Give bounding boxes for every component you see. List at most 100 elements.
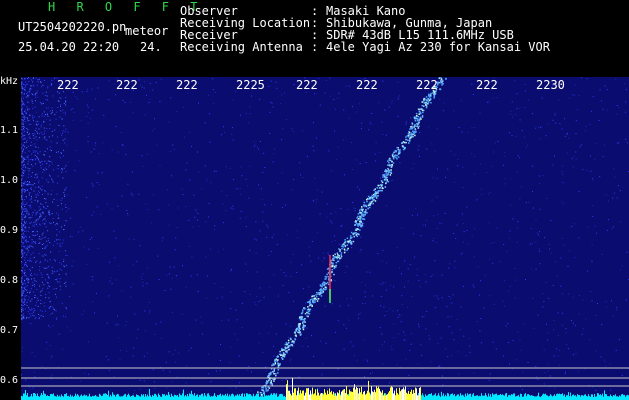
noise-speck bbox=[155, 323, 157, 325]
trail-point bbox=[440, 82, 442, 84]
baseline-sample bbox=[627, 394, 628, 400]
noise-speck bbox=[419, 286, 421, 288]
noise-speck bbox=[531, 243, 533, 244]
trail-point bbox=[380, 180, 383, 182]
noise-speck bbox=[65, 316, 67, 318]
burst-sample bbox=[418, 395, 419, 400]
burst-sample bbox=[364, 390, 365, 400]
trail-point bbox=[391, 160, 393, 163]
noise-speck bbox=[568, 293, 570, 295]
noise-speck bbox=[145, 330, 146, 332]
noise-speck bbox=[605, 306, 607, 308]
noise-speck bbox=[24, 86, 26, 88]
noise-speck bbox=[34, 297, 35, 299]
noise-speck bbox=[450, 316, 452, 318]
baseline-sample bbox=[555, 396, 556, 400]
noise-speck bbox=[42, 243, 44, 245]
noise-speck bbox=[21, 300, 23, 302]
noise-speck bbox=[84, 372, 86, 374]
baseline-sample bbox=[282, 394, 283, 400]
baseline-sample bbox=[267, 395, 268, 400]
trail-point bbox=[293, 342, 295, 344]
noise-speck bbox=[45, 297, 47, 299]
noise-speck bbox=[36, 90, 38, 92]
noise-speck bbox=[612, 197, 614, 199]
burst-sample bbox=[324, 389, 325, 400]
baseline-sample bbox=[601, 395, 602, 400]
noise-speck bbox=[21, 207, 23, 209]
noise-speck bbox=[169, 266, 171, 268]
noise-speck bbox=[41, 290, 43, 292]
trail-point bbox=[389, 159, 392, 162]
noise-speck bbox=[32, 311, 34, 313]
trail-point bbox=[270, 373, 272, 375]
burst-sample bbox=[325, 392, 326, 400]
baseline-sample bbox=[269, 395, 270, 400]
noise-speck bbox=[45, 191, 47, 193]
noise-speck bbox=[42, 220, 43, 222]
baseline-sample bbox=[608, 396, 609, 400]
noise-speck bbox=[108, 359, 110, 361]
noise-speck bbox=[31, 239, 33, 241]
noise-speck bbox=[268, 85, 270, 87]
noise-speck bbox=[56, 182, 58, 184]
noise-speck bbox=[467, 243, 469, 245]
baseline-sample bbox=[509, 394, 510, 400]
baseline-sample bbox=[448, 393, 449, 400]
noise-speck bbox=[131, 192, 133, 194]
trail-point bbox=[415, 116, 417, 118]
noise-speck bbox=[106, 322, 108, 324]
trail-point bbox=[413, 117, 416, 119]
baseline-sample bbox=[563, 395, 564, 400]
noise-speck bbox=[372, 295, 374, 297]
noise-speck bbox=[389, 284, 391, 286]
noise-speck bbox=[564, 373, 566, 375]
noise-speck bbox=[300, 174, 301, 176]
noise-speck bbox=[24, 152, 26, 154]
noise-speck bbox=[22, 249, 23, 251]
noise-speck bbox=[22, 191, 24, 193]
noise-speck bbox=[48, 107, 49, 109]
noise-speck bbox=[614, 176, 616, 178]
noise-speck bbox=[214, 170, 215, 172]
noise-speck bbox=[61, 118, 63, 120]
noise-speck bbox=[119, 359, 121, 361]
noise-speck bbox=[450, 355, 452, 356]
trail-point bbox=[327, 281, 329, 284]
noise-speck bbox=[168, 224, 170, 226]
noise-speck bbox=[542, 175, 544, 177]
noise-speck bbox=[32, 135, 34, 137]
noise-speck bbox=[419, 132, 421, 133]
noise-speck bbox=[271, 236, 273, 238]
noise-speck bbox=[23, 234, 25, 236]
noise-speck bbox=[184, 136, 185, 138]
noise-speck bbox=[51, 83, 53, 85]
noise-speck bbox=[139, 388, 141, 390]
noise-speck bbox=[222, 203, 223, 205]
noise-speck bbox=[382, 282, 384, 284]
noise-speck bbox=[617, 142, 619, 144]
noise-speck bbox=[169, 371, 171, 373]
baseline-sample bbox=[258, 393, 259, 400]
baseline-sample bbox=[72, 395, 73, 400]
trail-point bbox=[349, 237, 352, 239]
baseline-sample bbox=[559, 393, 560, 400]
trail-point bbox=[420, 118, 422, 120]
noise-speck bbox=[117, 337, 119, 339]
noise-speck bbox=[22, 116, 24, 118]
noise-speck bbox=[45, 226, 47, 228]
noise-speck bbox=[379, 283, 381, 285]
noise-speck bbox=[143, 380, 145, 382]
noise-speck bbox=[49, 160, 51, 162]
noise-speck bbox=[22, 225, 24, 227]
trail-point bbox=[377, 184, 379, 187]
baseline-sample bbox=[549, 395, 550, 400]
noise-speck bbox=[52, 181, 54, 183]
noise-speck bbox=[176, 227, 178, 228]
noise-speck bbox=[232, 205, 234, 207]
noise-speck bbox=[41, 86, 42, 88]
noise-speck bbox=[65, 204, 66, 206]
noise-speck bbox=[337, 368, 339, 370]
noise-speck bbox=[375, 142, 377, 144]
noise-speck bbox=[416, 268, 418, 270]
